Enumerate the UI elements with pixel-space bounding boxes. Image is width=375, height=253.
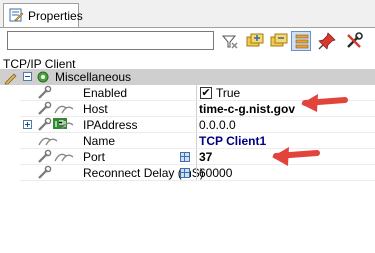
enabled-checkbox[interactable]: ✔: [200, 87, 212, 99]
toolbar: [0, 28, 375, 56]
property-name: Enabled: [83, 86, 128, 100]
property-row-port[interactable]: Port 37: [0, 149, 375, 165]
categorized-view-button[interactable]: [291, 31, 311, 51]
properties-icon: [8, 7, 24, 23]
pin-icon: [318, 32, 336, 50]
folders-collapse-icon: [270, 33, 288, 47]
pin-button[interactable]: [317, 31, 337, 51]
property-row-enabled[interactable]: Enabled ✔ True: [0, 85, 375, 101]
collapse-all-button[interactable]: [269, 31, 289, 51]
property-value[interactable]: 0.0.0.0: [199, 118, 236, 132]
tab-strip: Properties: [0, 0, 375, 28]
property-value[interactable]: 60000: [199, 166, 232, 180]
property-name: Port: [83, 150, 106, 164]
property-name: Name: [83, 134, 116, 148]
property-row-name[interactable]: Name TCP Client1: [0, 133, 375, 149]
property-value[interactable]: 37: [199, 150, 212, 164]
tab-properties[interactable]: Properties: [3, 3, 83, 27]
property-value[interactable]: TCP Client1: [199, 134, 266, 148]
edit-icon: [3, 69, 19, 85]
wrench-link-icon: [36, 101, 76, 117]
property-value[interactable]: time-c-g.nist.gov: [199, 102, 295, 116]
grid-editor-icon[interactable]: [180, 168, 190, 178]
link-icon: [36, 133, 76, 149]
expand-all-button[interactable]: [245, 31, 265, 51]
property-row-ipaddress[interactable]: IPAddress 0.0.0.0: [0, 117, 375, 133]
expand-property-icon[interactable]: [23, 120, 32, 129]
clear-filter-button[interactable]: [220, 31, 240, 51]
tools-button[interactable]: [344, 31, 364, 51]
property-name: IPAddress: [83, 118, 138, 132]
search-input[interactable]: [7, 31, 214, 50]
grid-editor-icon[interactable]: [180, 152, 190, 162]
folders-expand-icon: [246, 33, 264, 47]
categorized-icon: [295, 34, 309, 49]
property-value[interactable]: True: [216, 86, 240, 100]
property-row-reconnect-delay[interactable]: Reconnect Delay (mS) 60000: [0, 165, 375, 181]
category-label: Miscellaneous: [55, 70, 132, 84]
property-name: Host: [83, 102, 108, 116]
collapse-category-icon[interactable]: [23, 72, 32, 81]
category-icon: [35, 69, 51, 85]
tools-icon: [347, 32, 363, 48]
filter-icon: [221, 35, 238, 49]
tab-label: Properties: [28, 9, 83, 23]
property-row-host[interactable]: Host time-c-g.nist.gov: [0, 101, 375, 117]
category-row-miscellaneous[interactable]: Miscellaneous: [0, 69, 375, 85]
ipv4-icon: [36, 117, 76, 133]
wrench-link-icon: [36, 149, 76, 165]
wrench-icon: [36, 165, 54, 181]
wrench-icon: [36, 85, 54, 101]
